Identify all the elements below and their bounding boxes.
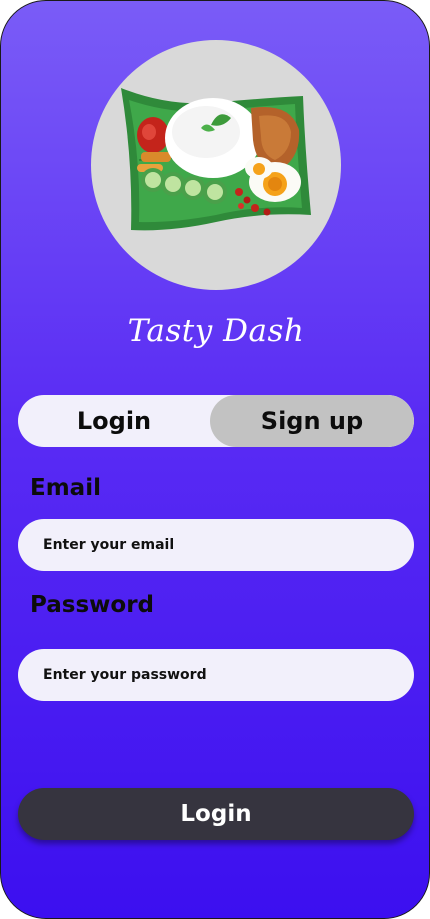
- auth-toggle: Login Sign up: [18, 395, 414, 447]
- tab-login[interactable]: Login: [18, 395, 210, 447]
- tab-sign-up[interactable]: Sign up: [210, 395, 414, 447]
- email-field[interactable]: [18, 519, 414, 571]
- app-logo: [91, 40, 341, 290]
- login-button[interactable]: Login: [18, 788, 414, 840]
- password-label: Password: [30, 592, 154, 618]
- nasi-lemak-icon: [121, 88, 311, 231]
- email-label: Email: [30, 475, 101, 501]
- phone-frame: Tasty Dash Login Sign up Email Password …: [0, 0, 430, 919]
- app-title: Tasty Dash: [127, 313, 305, 349]
- password-field[interactable]: [18, 649, 414, 701]
